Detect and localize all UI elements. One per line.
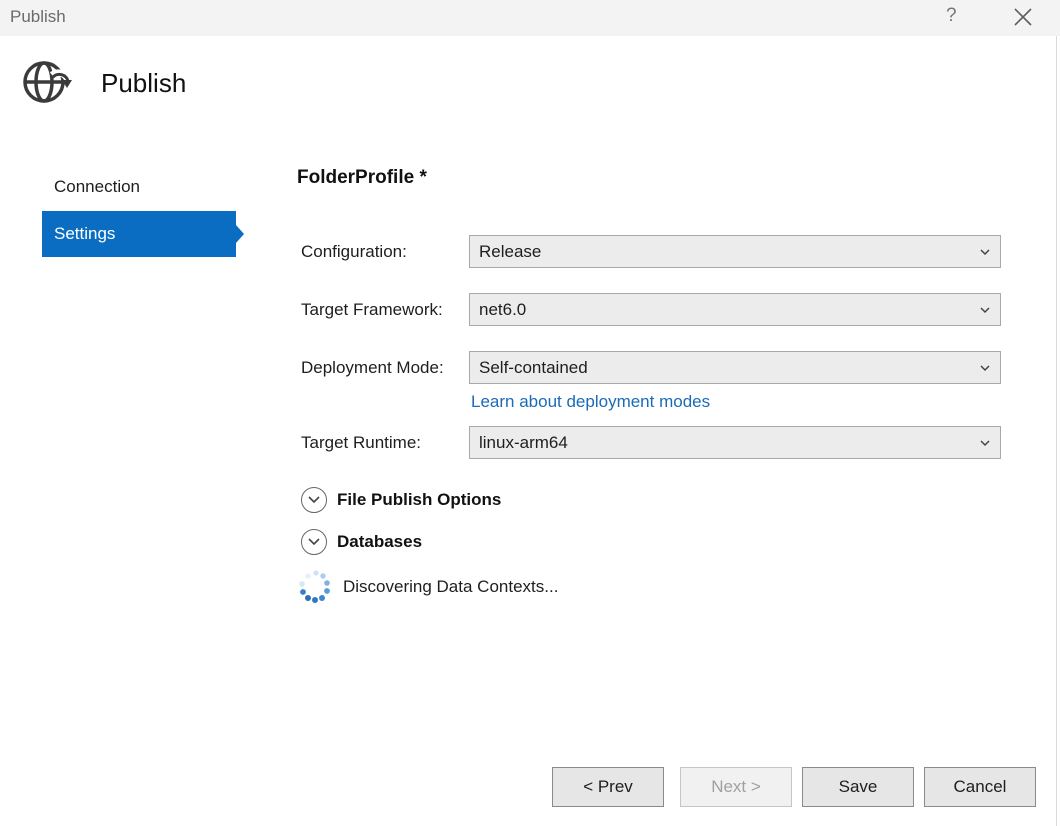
- status-text: Discovering Data Contexts...: [343, 577, 559, 596]
- target-framework-label: Target Framework:: [301, 300, 443, 319]
- close-button[interactable]: [1012, 6, 1034, 28]
- databases-expander[interactable]: [301, 529, 327, 555]
- deployment-mode-value: Self-contained: [479, 358, 588, 377]
- chevron-down-icon: [980, 307, 990, 314]
- window-title: Publish: [10, 7, 66, 26]
- prev-button[interactable]: < Prev: [552, 767, 664, 807]
- cancel-button[interactable]: Cancel: [924, 767, 1036, 807]
- configuration-label: Configuration:: [301, 242, 407, 261]
- target-runtime-label: Target Runtime:: [301, 433, 421, 452]
- chevron-down-icon: [980, 249, 990, 256]
- configuration-value: Release: [479, 242, 542, 261]
- loading-spinner-icon: [299, 570, 330, 603]
- chevron-down-icon: [980, 365, 990, 372]
- nav-item-connection[interactable]: Connection: [42, 164, 236, 210]
- deployment-modes-link[interactable]: Learn about deployment modes: [471, 392, 710, 412]
- chevron-down-icon: [980, 440, 990, 447]
- nav-item-settings[interactable]: Settings: [42, 211, 236, 257]
- title-bar: Publish ?: [0, 0, 1060, 36]
- deployment-mode-select[interactable]: Self-contained: [469, 351, 1001, 384]
- help-button[interactable]: ?: [946, 5, 957, 27]
- profile-title: FolderProfile *: [297, 167, 427, 188]
- deployment-mode-label: Deployment Mode:: [301, 358, 444, 377]
- target-runtime-value: linux-arm64: [479, 433, 568, 452]
- file-publish-options-expander[interactable]: [301, 487, 327, 513]
- file-publish-options-label[interactable]: File Publish Options: [337, 490, 501, 510]
- next-button[interactable]: Next >: [680, 767, 792, 807]
- chevron-down-icon: [308, 538, 320, 546]
- target-runtime-select[interactable]: linux-arm64: [469, 426, 1001, 459]
- window-edge: [1056, 36, 1060, 826]
- globe-publish-icon: [23, 61, 72, 103]
- save-button[interactable]: Save: [802, 767, 914, 807]
- databases-label[interactable]: Databases: [337, 532, 422, 552]
- target-framework-select[interactable]: net6.0: [469, 293, 1001, 326]
- chevron-down-icon: [308, 496, 320, 504]
- close-icon: [1014, 8, 1032, 26]
- page-title: Publish: [101, 68, 187, 98]
- target-framework-value: net6.0: [479, 300, 527, 319]
- nav-selection-arrow: [236, 225, 244, 243]
- configuration-select[interactable]: Release: [469, 235, 1001, 268]
